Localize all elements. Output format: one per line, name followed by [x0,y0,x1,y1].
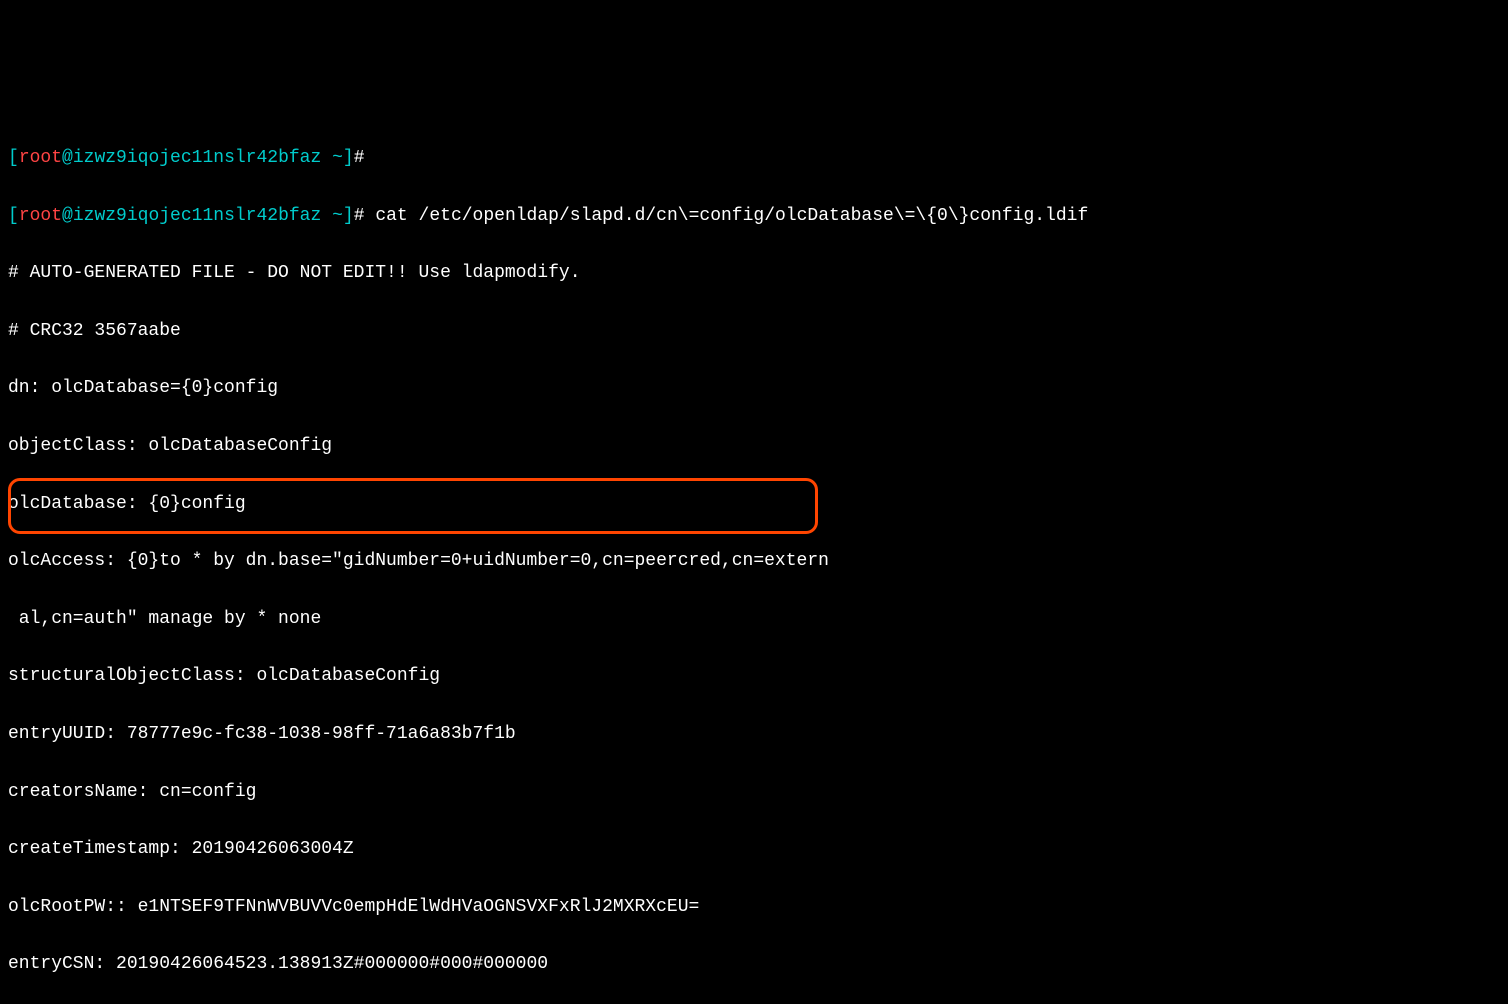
path: ~ [321,148,343,168]
output-line: createTimestamp: 20190426063004Z [8,835,1500,864]
output-line: structuralObjectClass: olcDatabaseConfig [8,662,1500,691]
output-line: entryUUID: 78777e9c-fc38-1038-98ff-71a6a… [8,720,1500,749]
at: @ [62,148,73,168]
path: ~ [321,206,343,226]
user: root [19,148,62,168]
bracket-open: [ [8,206,19,226]
command-text: cat /etc/openldap/slapd.d/cn\=config/olc… [365,206,1089,226]
output-line-highlighted: olcRootPW:: e1NTSEF9TFNnWVBUVVc0empHdElW… [8,893,1500,922]
terminal-container[interactable]: [root@izwz9iqojec11nslr42bfaz ~]# [root@… [8,115,1500,1004]
hostname: izwz9iqojec11nslr42bfaz [73,148,321,168]
output-line: entryCSN: 20190426064523.138913Z#000000#… [8,950,1500,979]
hostname: izwz9iqojec11nslr42bfaz [73,206,321,226]
output-line: olcDatabase: {0}config [8,490,1500,519]
hash: # [354,148,365,168]
bracket-close: ] [343,206,354,226]
output-line: creatorsName: cn=config [8,778,1500,807]
user: root [19,206,62,226]
prompt-line-2: [root@izwz9iqojec11nslr42bfaz ~]# cat /e… [8,202,1500,231]
output-line: dn: olcDatabase={0}config [8,374,1500,403]
output-line: objectClass: olcDatabaseConfig [8,432,1500,461]
prompt-line-1: [root@izwz9iqojec11nslr42bfaz ~]# [8,144,1500,173]
at: @ [62,206,73,226]
hash: # [354,206,365,226]
output-line: # AUTO-GENERATED FILE - DO NOT EDIT!! Us… [8,259,1500,288]
bracket-close: ] [343,148,354,168]
output-line: # CRC32 3567aabe [8,317,1500,346]
output-line: al,cn=auth" manage by * none [8,605,1500,634]
bracket-open: [ [8,148,19,168]
output-line: olcAccess: {0}to * by dn.base="gidNumber… [8,547,1500,576]
